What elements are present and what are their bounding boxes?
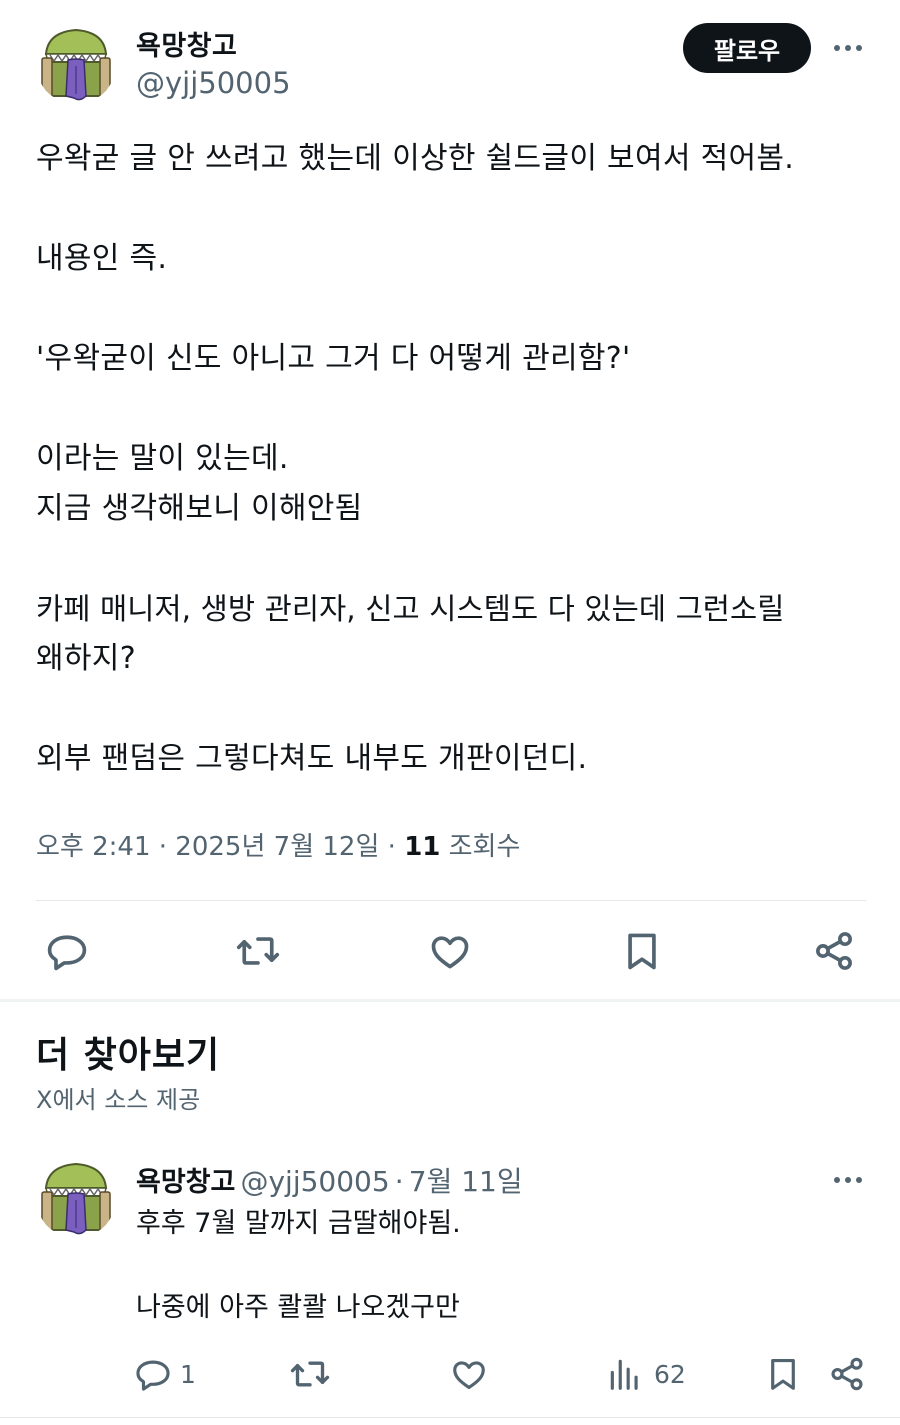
follow-button[interactable]: 팔로우 xyxy=(683,23,811,73)
rec-tweet-text-line: 후후 7월 말까지 금딸해야됨. xyxy=(136,1208,461,1239)
retweet-icon xyxy=(236,937,280,965)
rec-more-options-icon[interactable] xyxy=(826,1165,870,1195)
retweet-icon xyxy=(290,1361,330,1387)
retweet-button[interactable] xyxy=(231,926,285,976)
views-count: 11 xyxy=(404,832,441,862)
rec-author-avatar[interactable] xyxy=(36,1158,116,1238)
rec-reply-button[interactable]: 1 xyxy=(134,1352,196,1396)
tweet-text-line: '우왁굳이 신도 아니고 그거 다 어떻게 관리함?' xyxy=(36,341,631,376)
author-avatar[interactable] xyxy=(36,24,116,104)
rec-tweet-text-line: 나중에 아주 콸콸 나오겠구만 xyxy=(136,1292,460,1323)
rec-retweet-button[interactable] xyxy=(290,1352,330,1396)
tweet-text-line: 지금 생각해보니 이해안됨 xyxy=(36,491,363,526)
like-icon xyxy=(431,936,469,969)
more-options-icon[interactable] xyxy=(826,33,870,63)
meta-separator: · xyxy=(394,1165,404,1198)
bookmark-icon xyxy=(771,1358,795,1390)
rec-tweet-date[interactable]: 7월 11일 xyxy=(409,1165,523,1198)
rec-author-handle[interactable]: @yjj50005 xyxy=(240,1165,389,1198)
section-divider xyxy=(0,999,900,1002)
like-icon xyxy=(453,1361,485,1390)
bottom-divider xyxy=(0,1417,900,1418)
tweet-text-line: 이라는 말이 있는데. xyxy=(36,441,289,476)
rec-bookmark-button[interactable] xyxy=(764,1352,802,1396)
tweet-text-line: 카페 매니저, 생방 관리자, 신고 시스템도 다 있는데 그런소릴 xyxy=(36,592,785,626)
tweet-text-line: 우왁굳 글 안 쓰려고 했는데 이상한 쉴드글이 보여서 적어봄. xyxy=(36,141,795,176)
views-label: 조회수 xyxy=(448,832,521,862)
discover-subtitle: X에서 소스 제공 xyxy=(36,1086,201,1114)
divider xyxy=(36,900,866,901)
views-count: 62 xyxy=(654,1359,686,1389)
share-icon xyxy=(816,932,852,970)
rec-tweet-header: 욕망창고 @yjj50005 · 7월 11일 xyxy=(136,1160,523,1200)
treasure-chest-avatar-image xyxy=(36,1158,116,1238)
tweet-text-line: 내용인 즉. xyxy=(36,241,168,276)
rec-share-button[interactable] xyxy=(828,1352,866,1396)
rec-author-name[interactable]: 욕망창고 xyxy=(136,1167,235,1198)
tweet-date[interactable]: 2025년 7월 12일 xyxy=(175,832,379,862)
rec-like-button[interactable] xyxy=(450,1352,488,1396)
meta-separator: · xyxy=(158,832,168,862)
discover-title: 더 찾아보기 xyxy=(36,1035,221,1076)
like-button[interactable] xyxy=(423,926,477,976)
share-button[interactable] xyxy=(807,926,861,976)
author-handle[interactable]: @yjj50005 xyxy=(136,66,291,100)
tweet-time[interactable]: 오후 2:41 xyxy=(36,832,151,862)
reply-button[interactable] xyxy=(40,926,94,976)
views-chart-icon xyxy=(610,1359,638,1390)
treasure-chest-avatar-image xyxy=(36,24,116,104)
tweet-text-line: 왜하지? xyxy=(36,641,136,676)
meta-separator: · xyxy=(387,832,396,862)
rec-views-button[interactable]: 62 xyxy=(606,1352,686,1396)
author-name[interactable]: 욕망창고 xyxy=(136,24,237,63)
bookmark-button[interactable] xyxy=(615,926,669,976)
reply-count: 1 xyxy=(180,1359,196,1389)
reply-icon xyxy=(136,1360,170,1391)
share-icon xyxy=(831,1357,863,1391)
reply-icon xyxy=(47,935,87,971)
bookmark-icon xyxy=(628,933,656,970)
tweet-metadata: 오후 2:41 · 2025년 7월 12일 · 11 조회수 xyxy=(36,826,520,863)
tweet-text-line: 외부 팬덤은 그렇다쳐도 내부도 개판이던디. xyxy=(36,741,588,776)
